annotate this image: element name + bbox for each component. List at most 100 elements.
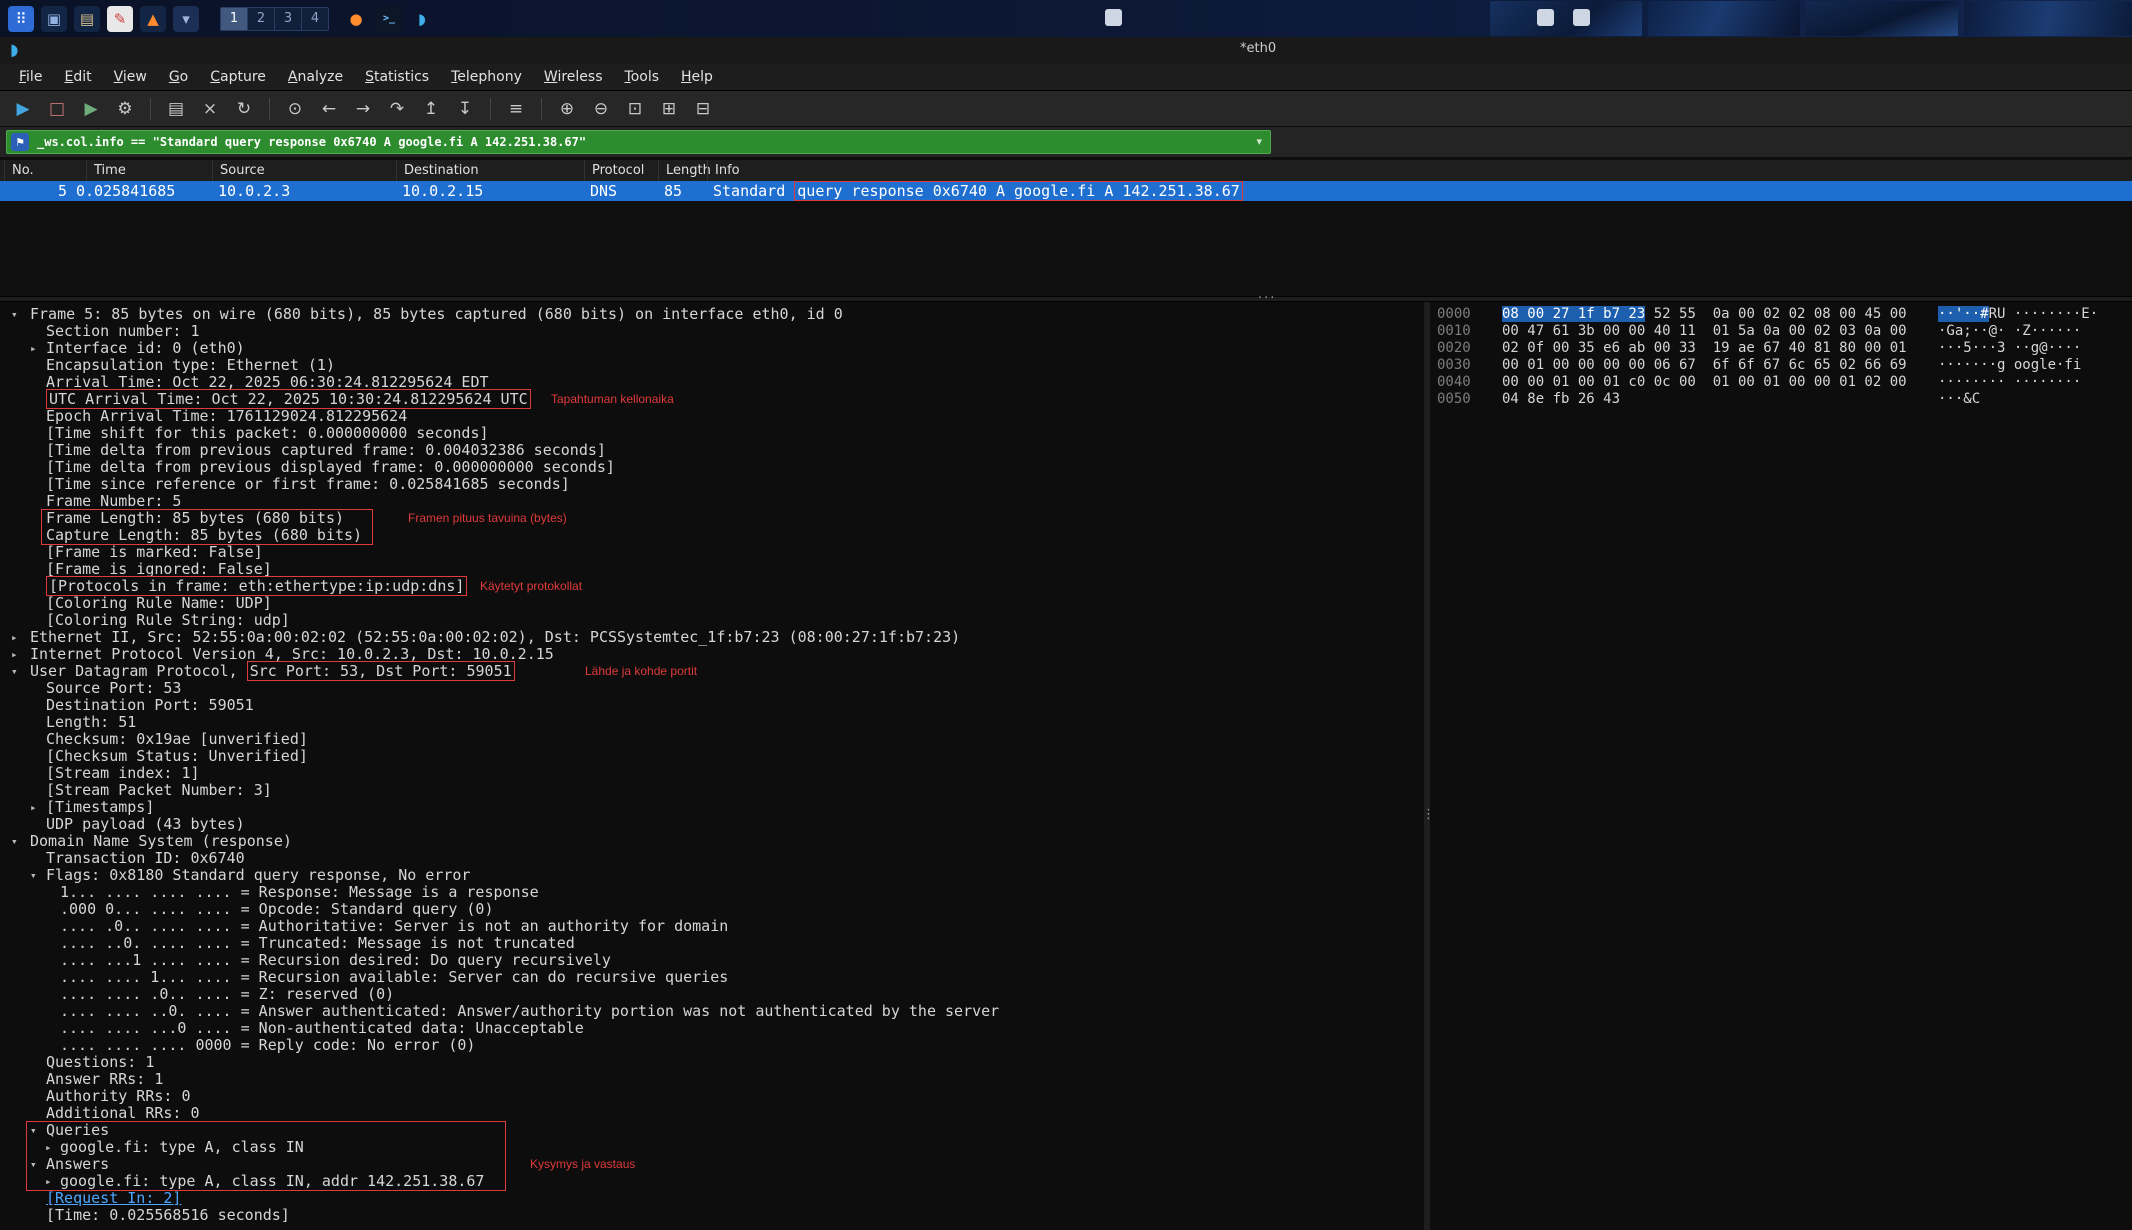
menu-item-help[interactable]: Help <box>670 64 724 91</box>
hex-row[interactable]: 005004 8e fb 26 43···&C <box>1430 391 2132 408</box>
detail-line[interactable]: ▸[Timestamps] <box>0 799 1424 816</box>
expanded-arrow-icon[interactable]: ▾ <box>30 1156 37 1173</box>
capture-options-button[interactable]: ⚙ <box>110 95 140 123</box>
detail-line[interactable]: UDP payload (43 bytes) <box>0 816 1424 833</box>
go-last-packet-button[interactable]: ↧ <box>450 95 480 123</box>
detail-line[interactable]: [Frame is marked: False] <box>0 544 1424 561</box>
detail-line[interactable]: .... .... ..0. .... = Answer authenticat… <box>0 1003 1424 1020</box>
restart-capture-button[interactable]: ▶ <box>76 95 106 123</box>
detail-line[interactable]: Checksum: 0x19ae [unverified] <box>0 731 1424 748</box>
collapsed-arrow-icon[interactable]: ▸ <box>45 1139 52 1156</box>
go-to-packet-button[interactable]: ↷ <box>382 95 412 123</box>
flame-app-icon[interactable]: ▲ <box>140 6 166 32</box>
detail-line[interactable]: .... .... 1... .... = Recursion availabl… <box>0 969 1424 986</box>
detail-line[interactable]: ▾User Datagram Protocol, Src Port: 53, D… <box>0 663 1424 680</box>
menu-item-tools[interactable]: Tools <box>614 64 671 91</box>
tray-icon-2[interactable] <box>1573 9 1590 26</box>
go-back-button[interactable]: ← <box>314 95 344 123</box>
packet-row[interactable]: 50.02584168510.0.2.310.0.2.15DNS85Standa… <box>0 181 2132 201</box>
detail-line[interactable]: Answer RRs: 1 <box>0 1071 1424 1088</box>
tray-icon-1[interactable] <box>1537 9 1554 26</box>
detail-line[interactable]: Section number: 1 <box>0 323 1424 340</box>
close-file-button[interactable]: × <box>195 95 225 123</box>
stop-capture-button[interactable]: □ <box>42 95 72 123</box>
column-header-protocol[interactable]: Protocol <box>584 160 644 181</box>
packet-bytes-pane[interactable]: 000008 00 27 1f b7 23 52 55 0a 00 02 02 … <box>1430 302 2132 1230</box>
collapsed-arrow-icon[interactable]: ▸ <box>30 799 37 816</box>
resize-columns-button[interactable]: ⊞ <box>654 95 684 123</box>
detail-line[interactable]: ▾Frame 5: 85 bytes on wire (680 bits), 8… <box>0 306 1424 323</box>
detail-line[interactable]: [Coloring Rule Name: UDP] <box>0 595 1424 612</box>
go-first-packet-button[interactable]: ↥ <box>416 95 446 123</box>
column-header-length[interactable]: Length <box>658 160 711 181</box>
hex-row[interactable]: 001000 47 61 3b 00 00 40 11 01 5a 0a 00 … <box>1430 323 2132 340</box>
system-monitor-icon[interactable]: ▣ <box>41 6 67 32</box>
display-filter-input[interactable]: ⚑ _ws.col.info == "Standard query respon… <box>6 130 1271 154</box>
detail-line[interactable]: Destination Port: 59051 <box>0 697 1424 714</box>
taskbar-window-icon[interactable] <box>1105 9 1122 26</box>
zoom-out-button[interactable]: ⊖ <box>586 95 616 123</box>
detail-line[interactable]: 1... .... .... .... = Response: Message … <box>0 884 1424 901</box>
detail-line[interactable]: .... .... .0.. .... = Z: reserved (0) <box>0 986 1424 1003</box>
expanded-arrow-icon[interactable]: ▾ <box>11 306 18 323</box>
hex-row[interactable]: 003000 01 00 00 00 00 06 67 6f 6f 67 6c … <box>1430 357 2132 374</box>
detail-line[interactable]: [Coloring Rule String: udp] <box>0 612 1424 629</box>
detail-line[interactable]: .... .... .... 0000 = Reply code: No err… <box>0 1037 1424 1054</box>
layout-button[interactable]: ⊟ <box>688 95 718 123</box>
column-header-info[interactable]: Info <box>707 160 740 181</box>
detail-line[interactable]: ▾Answers <box>0 1156 1424 1173</box>
detail-line[interactable]: .000 0... .... .... = Opcode: Standard q… <box>0 901 1424 918</box>
detail-line[interactable]: Encapsulation type: Ethernet (1) <box>0 357 1424 374</box>
expanded-arrow-icon[interactable]: ▾ <box>11 833 18 850</box>
menu-item-file[interactable]: File <box>8 64 53 91</box>
expanded-arrow-icon[interactable]: ▾ <box>30 1122 37 1139</box>
titlebar[interactable]: ◗ *eth0 <box>0 37 2132 65</box>
detail-line[interactable]: .... ..0. .... .... = Truncated: Message… <box>0 935 1424 952</box>
go-forward-button[interactable]: → <box>348 95 378 123</box>
menu-item-statistics[interactable]: Statistics <box>354 64 440 91</box>
open-file-button[interactable]: ▤ <box>161 95 191 123</box>
find-packet-button[interactable]: ⊙ <box>280 95 310 123</box>
menu-item-edit[interactable]: Edit <box>53 64 102 91</box>
detail-line[interactable]: ▾Queries <box>0 1122 1424 1139</box>
detail-line[interactable]: Additional RRs: 0 <box>0 1105 1424 1122</box>
menu-item-wireless[interactable]: Wireless <box>533 64 614 91</box>
detail-line[interactable]: ▾Domain Name System (response) <box>0 833 1424 850</box>
workspace-4[interactable]: 4 <box>302 8 328 30</box>
zoom-in-button[interactable]: ⊕ <box>552 95 582 123</box>
column-header-source[interactable]: Source <box>212 160 265 181</box>
detail-line[interactable]: ▸Internet Protocol Version 4, Src: 10.0.… <box>0 646 1424 663</box>
detail-line[interactable]: Frame Length: 85 bytes (680 bits) <box>0 510 1424 527</box>
detail-line[interactable]: [Time shift for this packet: 0.000000000… <box>0 425 1424 442</box>
detail-line[interactable]: ▸google.fi: type A, class IN <box>0 1139 1424 1156</box>
filter-bookmark-icon[interactable]: ⚑ <box>11 133 29 151</box>
detail-line[interactable]: .... .0.. .... .... = Authoritative: Ser… <box>0 918 1424 935</box>
detail-line[interactable]: .... ...1 .... .... = Recursion desired:… <box>0 952 1424 969</box>
collapsed-arrow-icon[interactable]: ▸ <box>11 646 18 663</box>
detail-line[interactable]: ▸Ethernet II, Src: 52:55:0a:00:02:02 (52… <box>0 629 1424 646</box>
workspace-3[interactable]: 3 <box>275 8 302 30</box>
detail-line[interactable]: [Stream Packet Number: 3] <box>0 782 1424 799</box>
detail-line[interactable]: Length: 51 <box>0 714 1424 731</box>
detail-line[interactable]: [Request In: 2] <box>0 1190 1424 1207</box>
detail-line[interactable]: [Time: 0.025568516 seconds] <box>0 1207 1424 1224</box>
zoom-100-button[interactable]: ⊡ <box>620 95 650 123</box>
workspace-1[interactable]: 1 <box>221 8 248 30</box>
workspace-2[interactable]: 2 <box>248 8 275 30</box>
column-header-time[interactable]: Time <box>86 160 126 181</box>
detail-line[interactable]: Frame Number: 5 <box>0 493 1424 510</box>
detail-line[interactable]: Source Port: 53 <box>0 680 1424 697</box>
detail-line[interactable]: Capture Length: 85 bytes (680 bits) <box>0 527 1424 544</box>
packet-details-pane[interactable]: ▾Frame 5: 85 bytes on wire (680 bits), 8… <box>0 302 1424 1230</box>
app-launcher-icon[interactable]: ⠿ <box>8 6 34 32</box>
collapsed-arrow-icon[interactable]: ▸ <box>45 1173 52 1190</box>
widget-dropdown-icon[interactable]: ▾ <box>173 6 199 32</box>
detail-line[interactable]: ▸google.fi: type A, class IN, addr 142.2… <box>0 1173 1424 1190</box>
hex-row[interactable]: 004000 00 01 00 01 c0 0c 00 01 00 01 00 … <box>1430 374 2132 391</box>
firefox-icon[interactable]: ● <box>343 6 369 32</box>
detail-line[interactable]: [Stream index: 1] <box>0 765 1424 782</box>
detail-line[interactable]: Questions: 1 <box>0 1054 1424 1071</box>
expanded-arrow-icon[interactable]: ▾ <box>11 663 18 680</box>
collapsed-arrow-icon[interactable]: ▸ <box>11 629 18 646</box>
auto-scroll-button[interactable]: ≡ <box>501 95 531 123</box>
